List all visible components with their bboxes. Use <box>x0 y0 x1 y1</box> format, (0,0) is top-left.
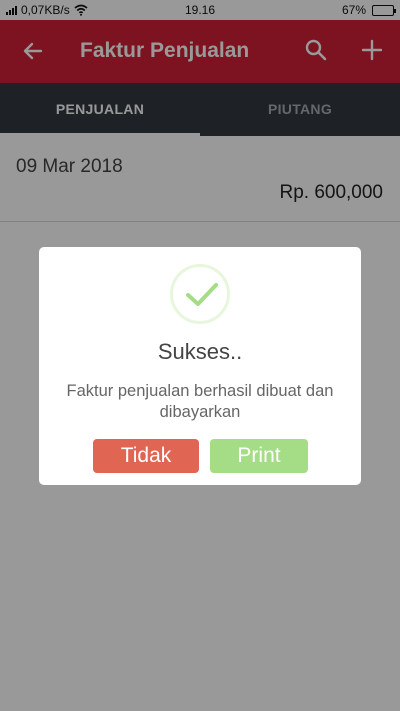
success-check-icon <box>170 264 230 324</box>
cancel-button[interactable]: Tidak <box>93 439 199 473</box>
print-button[interactable]: Print <box>210 439 308 473</box>
success-dialog: Sukses.. Faktur penjualan berhasil dibua… <box>39 247 361 485</box>
dialog-message: Faktur penjualan berhasil dibuat dan dib… <box>66 382 334 421</box>
dialog-title: Sukses.. <box>157 339 243 364</box>
